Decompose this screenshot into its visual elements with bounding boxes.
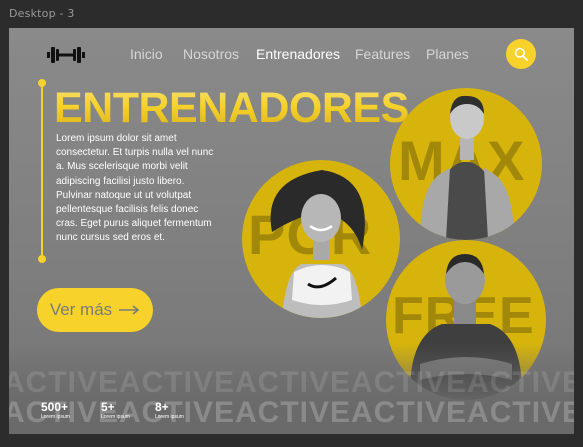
stat-value: 8+	[155, 400, 169, 414]
stat-label: Lorem ipsum	[101, 414, 130, 420]
stat-item: 5+ Lorem ipsum	[101, 400, 130, 421]
search-button[interactable]	[506, 39, 536, 69]
page-title: ENTRENADORES	[54, 84, 409, 132]
nav-entrenadores[interactable]: Entrenadores	[256, 46, 340, 62]
stat-label: Lorem ipsum	[41, 414, 70, 420]
nav-nosotros[interactable]: Nosotros	[183, 46, 239, 62]
stat-item: 500+ Lorem ipsum	[41, 400, 70, 421]
nav-planes[interactable]: Planes	[426, 46, 469, 62]
hero-description: Lorem ipsum dolor sit amet consectetur. …	[56, 133, 214, 244]
nav-features[interactable]: Features	[355, 46, 410, 62]
accent-line	[41, 83, 43, 260]
trainer-photo-max	[420, 95, 514, 240]
arrow-right-icon	[119, 305, 140, 315]
search-icon	[514, 47, 528, 61]
stat-value: 500+	[41, 400, 69, 414]
trainer-card-max[interactable]: MAX	[390, 88, 542, 240]
accent-dot-top	[38, 79, 46, 87]
ver-mas-button[interactable]: Ver más	[37, 288, 153, 332]
trainer-photo-por	[270, 170, 365, 318]
accent-dot-bottom	[38, 255, 46, 263]
dumbbell-icon[interactable]	[47, 45, 85, 65]
marquee-text-back: ACTIVEACTIVEACTIVEACTIVEACTIVEACTI	[9, 366, 574, 399]
desktop-frame: Inicio Nosotros Entrenadores Features Pl…	[9, 28, 574, 434]
trainer-card-por[interactable]: POR	[242, 160, 400, 318]
cta-label: Ver más	[49, 300, 113, 319]
stat-item: 8+ Lorem ipsum	[155, 400, 184, 421]
nav-inicio[interactable]: Inicio	[130, 46, 163, 62]
stat-label: Lorem ipsum	[155, 414, 184, 420]
stat-value: 5+	[101, 400, 115, 414]
marquee-text-front: ACTIVEACTIVEACTIVEACTIVEACTIVEACTI	[9, 396, 574, 429]
frame-label: Desktop - 3	[9, 7, 75, 20]
